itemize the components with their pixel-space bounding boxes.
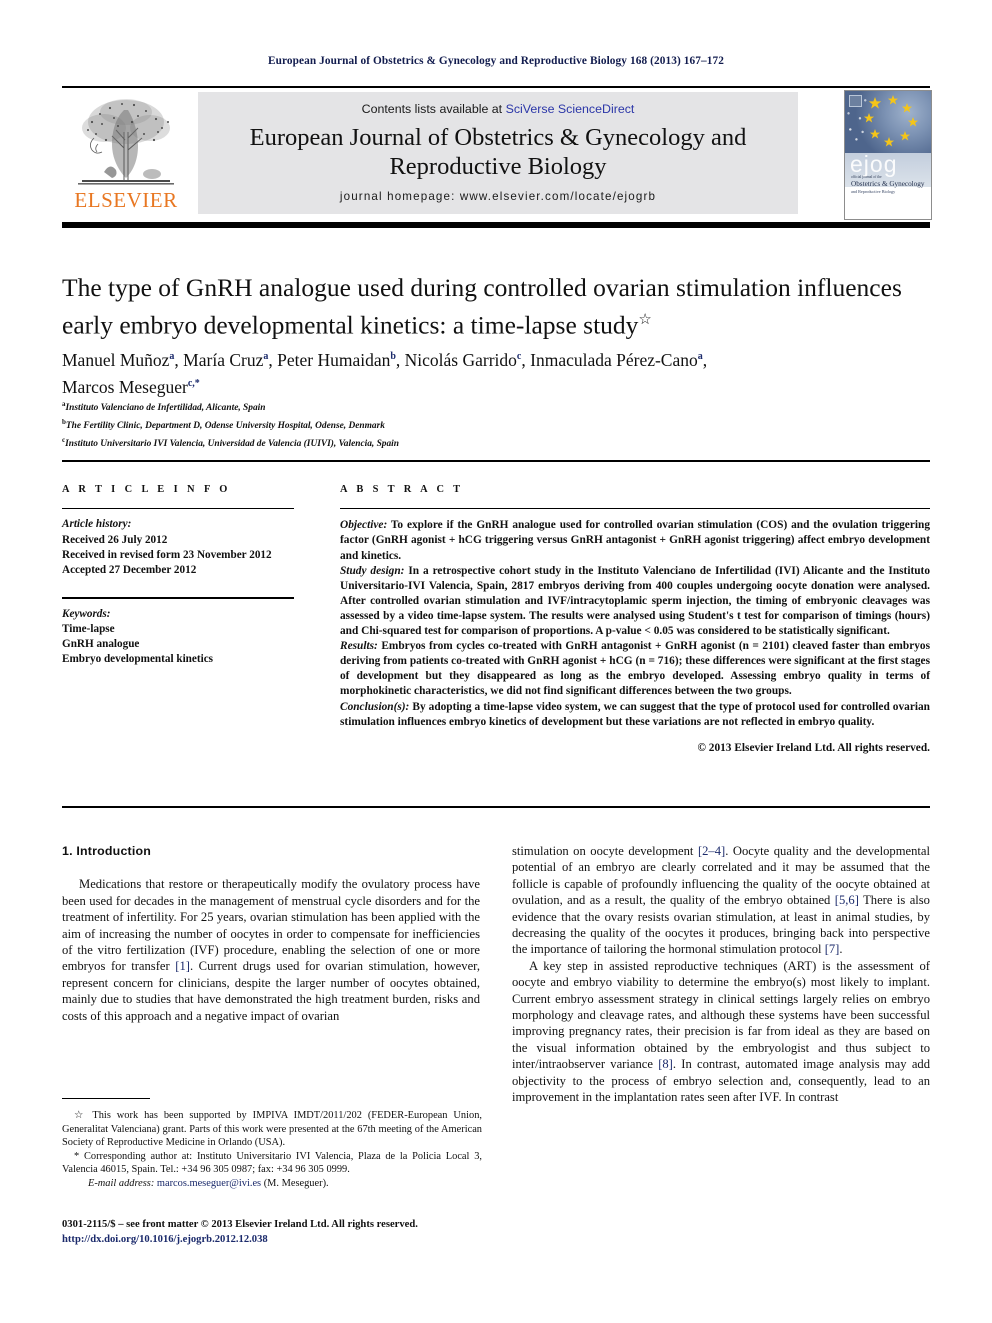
front-matter-block: 0301-2115/$ – see front matter © 2013 El… [62, 1218, 522, 1247]
abstract-conclusion: Conclusion(s): By adopting a time-lapse … [340, 700, 930, 730]
abstract-conclusion-label: Conclusion(s): [340, 700, 410, 713]
cover-corner-chip [849, 95, 862, 107]
footnote-rule [62, 1098, 150, 1100]
citation-1[interactable]: [1] [175, 959, 190, 973]
abstract-results: Results: Embryos from cycles co-treated … [340, 639, 930, 699]
abstract-objective-text: To explore if the GnRH analogue used for… [340, 519, 930, 562]
article-info-rule [62, 508, 294, 510]
citation-2-4[interactable]: [2–4] [698, 844, 725, 858]
abstract-results-label: Results: [340, 640, 378, 653]
affiliation-c: cInstituto Universitario IVI Valencia, U… [62, 436, 400, 450]
article-history-item-0: Received 26 July 2012 [62, 533, 168, 546]
abstract-objective: Objective: To explore if the GnRH analog… [340, 518, 930, 563]
info-section-top-rule [62, 460, 930, 462]
cover-line-top: official journal of the [851, 175, 882, 179]
affiliation-a-text: Instituto Valenciano de Infertilidad, Al… [65, 403, 266, 414]
front-matter-line: 0301-2115/$ – see front matter © 2013 El… [62, 1219, 418, 1230]
affiliation-list: aInstituto Valenciano de Infertilidad, A… [62, 397, 934, 451]
abstract-study-design: Study design: In a retrospective cohort … [340, 564, 930, 639]
keyword-2: Embryo developmental kinetics [62, 653, 214, 666]
author-line-2: Marcos Meseguerc,* [62, 376, 200, 397]
abstract-design-text: In a retrospective cohort study in the I… [340, 564, 931, 638]
article-history-block: Article history: Received 26 July 2012 R… [62, 517, 312, 578]
journal-homepage-link[interactable]: journal homepage: www.elsevier.com/locat… [198, 190, 798, 203]
abstract-design-label: Study design: [340, 564, 405, 577]
affiliation-b: bThe Fertility Clinic, Department D, Ode… [62, 418, 385, 432]
author-line-1: Manuel Muñoza, María Cruza, Peter Humaid… [62, 349, 708, 370]
abstract-column: A B S T R A C T Objective: To explore if… [340, 484, 930, 756]
affiliation-b-text: The Fertility Clinic, Department D, Oden… [65, 421, 385, 432]
journal-masthead: ELSEVIER Contents lists available at Sci… [62, 86, 932, 220]
page-title: The type of GnRH analogue used during co… [62, 272, 934, 342]
citation-5-6[interactable]: [5,6] [835, 893, 859, 907]
abstract-objective-label: Objective: [340, 519, 388, 532]
article-info-heading: A R T I C L E I N F O [62, 484, 231, 495]
footnote-block: ☆ This work has been supported by IMPIVA… [62, 1109, 482, 1191]
cover-line-main: Obstetrics & Gynecology [851, 180, 925, 188]
email-link[interactable]: marcos.meseguer@ivi.es [157, 1178, 261, 1189]
abstract-conclusion-text: By adopting a time-lapse video system, w… [340, 700, 930, 728]
keyword-1: GnRH analogue [62, 638, 140, 650]
journal-title-line-2: Reproductive Biology [389, 153, 607, 180]
section-heading-introduction: 1. Introduction [62, 844, 152, 858]
elsevier-wordmark: ELSEVIER [74, 188, 178, 212]
author-list: Manuel Muñoza, María Cruza, Peter Humaid… [62, 345, 934, 399]
intro-paragraph-right-2: A key step in assisted reproductive tech… [512, 958, 930, 1105]
abstract-copyright: © 2013 Elsevier Ireland Ltd. All rights … [697, 741, 930, 754]
keyword-0: Time-lapse [62, 622, 115, 635]
abstract-rule [340, 508, 930, 510]
abstract-results-text: Embryos from cycles co-treated with GnRH… [340, 640, 930, 698]
elsevier-logo: ELSEVIER [62, 90, 190, 218]
article-info-column: A R T I C L E I N F O Article history: R… [62, 484, 312, 667]
sciencedirect-link[interactable]: SciVerse ScienceDirect [506, 102, 635, 116]
article-page: European Journal of Obstetrics & Gynecol… [0, 0, 992, 1323]
abstract-bottom-rule [62, 806, 930, 809]
abstract-body: Objective: To explore if the GnRH analog… [340, 518, 930, 755]
masthead-center-band: Contents lists available at SciVerse Sci… [198, 92, 798, 214]
intro-paragraph-right-continued: stimulation on oocyte development [2–4].… [512, 844, 930, 957]
masthead-top-rule [62, 86, 930, 88]
abstract-heading: A B S T R A C T [340, 484, 464, 495]
journal-cover-thumbnail: ejog official journal of the Obstetrics … [844, 90, 932, 220]
keywords-block: Keywords: Time-lapse GnRH analogue Embry… [62, 607, 312, 668]
running-head: European Journal of Obstetrics & Gynecol… [267, 55, 725, 67]
citation-7[interactable]: [7] [825, 942, 840, 956]
contents-available-line: Contents lists available at SciVerse Sci… [198, 102, 798, 116]
footnote-corresponding-author: * Corresponding author at: Instituto Uni… [62, 1150, 482, 1176]
citation-8[interactable]: [8] [658, 1057, 673, 1071]
keywords-label: Keywords: [62, 607, 111, 620]
cover-brand-ejog: ejog [850, 151, 898, 177]
body-column-left: 1. Introduction Medications that restore… [62, 843, 480, 1024]
cover-line-sub: and Reproductive Biology [851, 189, 896, 194]
affiliation-a: aInstituto Valenciano de Infertilidad, A… [62, 400, 266, 414]
article-history-label: Article history: [62, 518, 132, 531]
journal-title: European Journal of Obstetrics & Gynecol… [198, 123, 798, 181]
email-suffix: (M. Meseguer). [261, 1177, 329, 1189]
doi-link[interactable]: http://dx.doi.org/10.1016/j.ejogrb.2012.… [62, 1233, 522, 1248]
intro-paragraph-left: Medications that restore or therapeutica… [62, 877, 480, 1023]
cover-photo [845, 91, 931, 153]
article-title-text: The type of GnRH analogue used during co… [62, 273, 902, 340]
keywords-rule [62, 597, 294, 599]
contents-prefix: Contents lists available at [361, 102, 506, 116]
journal-title-line-1: European Journal of Obstetrics & Gynecol… [249, 124, 747, 151]
elsevier-tree-icon [68, 92, 184, 190]
masthead-heavy-rule [62, 222, 930, 228]
article-history-item-1: Received in revised form 23 November 201… [62, 548, 272, 561]
footnote-funding: ☆ This work has been supported by IMPIVA… [62, 1110, 482, 1149]
article-history-item-2: Accepted 27 December 2012 [62, 564, 197, 576]
footnote-email: E-mail address: marcos.meseguer@ivi.es (… [62, 1177, 482, 1191]
body-column-right: stimulation on oocyte development [2–4].… [512, 843, 930, 1106]
title-footnote-marker: ☆ [638, 312, 652, 328]
affiliation-c-text: Instituto Universitario IVI Valencia, Un… [65, 439, 400, 450]
email-label: E-mail address: [88, 1177, 155, 1189]
